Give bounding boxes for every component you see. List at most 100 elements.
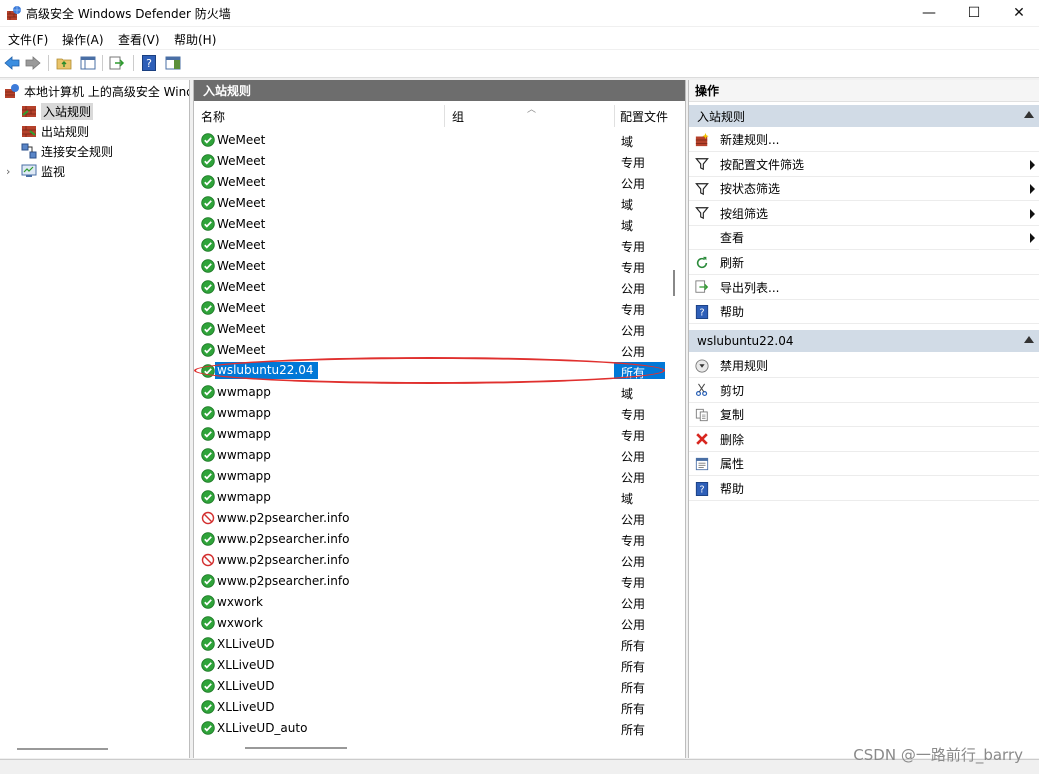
- action-item[interactable]: 删除: [689, 428, 1039, 452]
- column-header-group[interactable]: 组: [452, 105, 464, 127]
- action-label: 新建规则...: [720, 133, 780, 147]
- rule-name: XLLiveUD: [217, 637, 275, 651]
- allow-rule-icon: [201, 595, 215, 609]
- rule-profile: 公用: [621, 450, 646, 464]
- horizontal-scrollbar[interactable]: [17, 748, 108, 750]
- table-row[interactable]: XLLiveUD 所有: [194, 634, 685, 655]
- action-item[interactable]: 导出列表...: [689, 276, 1039, 300]
- table-row[interactable]: wwmapp 专用: [194, 403, 685, 424]
- table-row[interactable]: XLLiveUD_auto 所有: [194, 718, 685, 739]
- allow-rule-icon: [201, 469, 215, 483]
- minimize-button[interactable]: —: [906, 0, 952, 26]
- table-row[interactable]: WeMeet 公用: [194, 277, 685, 298]
- table-row[interactable]: wwmapp 公用: [194, 445, 685, 466]
- rule-name: wwmapp: [217, 406, 271, 420]
- sort-ascending-icon: ︿: [527, 105, 537, 115]
- rule-name: wwmapp: [217, 469, 271, 483]
- maximize-button[interactable]: ☐: [951, 0, 997, 26]
- table-row[interactable]: WeMeet 域: [194, 193, 685, 214]
- action-item[interactable]: ? 帮助: [689, 477, 1039, 501]
- table-row[interactable]: WeMeet 公用: [194, 319, 685, 340]
- table-row[interactable]: wxwork 公用: [194, 592, 685, 613]
- action-label: 按配置文件筛选: [720, 157, 805, 172]
- chevron-right-icon[interactable]: ›: [6, 165, 16, 178]
- refresh-icon: [694, 255, 710, 271]
- menu-view[interactable]: 查看(V): [118, 31, 160, 48]
- rule-name: XLLiveUD: [217, 658, 275, 672]
- table-row[interactable]: XLLiveUD 所有: [194, 697, 685, 718]
- action-item[interactable]: 属性: [689, 452, 1039, 477]
- action-label: 剪切: [720, 383, 745, 398]
- table-row[interactable]: WeMeet 公用: [194, 172, 685, 193]
- action-item[interactable]: 按配置文件筛选: [689, 153, 1039, 177]
- action-item[interactable]: 新建规则...: [689, 128, 1039, 152]
- table-row[interactable]: WeMeet 专用: [194, 298, 685, 319]
- rule-name: wwmapp: [217, 490, 271, 504]
- collapse-up-icon[interactable]: [1024, 336, 1034, 343]
- menu-action[interactable]: 操作(A): [62, 31, 104, 48]
- column-header-name[interactable]: 名称: [201, 105, 225, 127]
- action-item[interactable]: 剪切: [689, 379, 1039, 403]
- table-row[interactable]: WeMeet 专用: [194, 256, 685, 277]
- tree-root[interactable]: 本地计算机 上的高级安全 Wind: [4, 82, 189, 100]
- blank-icon: [694, 230, 710, 246]
- back-arrow-icon[interactable]: [3, 54, 21, 72]
- help-icon[interactable]: ?: [140, 54, 158, 72]
- tree-item-outbound-rules[interactable]: 出站规则: [21, 122, 89, 140]
- block-rule-icon: [201, 511, 215, 525]
- action-item[interactable]: 按状态筛选: [689, 177, 1039, 202]
- export-list-icon[interactable]: [108, 54, 126, 72]
- action-item[interactable]: ? 帮助: [689, 300, 1039, 325]
- table-row[interactable]: WeMeet 专用: [194, 235, 685, 256]
- table-row[interactable]: wwmapp 公用: [194, 466, 685, 487]
- allow-rule-icon: [201, 679, 215, 693]
- tree-item-inbound-rules[interactable]: 入站规则: [21, 102, 94, 120]
- show-hide-action-pane-icon[interactable]: [164, 54, 182, 72]
- table-row[interactable]: XLLiveUD 所有: [194, 676, 685, 697]
- menu-help[interactable]: 帮助(H): [174, 31, 216, 48]
- action-item[interactable]: 刷新: [689, 251, 1039, 275]
- allow-rule-icon: [201, 196, 215, 210]
- up-folder-icon[interactable]: [55, 54, 73, 72]
- allow-rule-icon: [201, 406, 215, 420]
- table-row[interactable]: wwmapp 域: [194, 382, 685, 403]
- rule-profile: 所有: [621, 681, 646, 695]
- table-row[interactable]: www.p2psearcher.info 公用: [194, 508, 685, 529]
- table-row[interactable]: WeMeet 专用: [194, 151, 685, 172]
- vertical-scrollbar[interactable]: [673, 270, 675, 296]
- table-row[interactable]: WeMeet 域: [194, 214, 685, 235]
- action-item[interactable]: 禁用规则: [689, 354, 1039, 378]
- action-item[interactable]: 复制: [689, 403, 1039, 428]
- column-header-profile[interactable]: 配置文件: [620, 105, 668, 127]
- table-row[interactable]: wslubuntu22.04 所有: [194, 361, 685, 382]
- horizontal-scrollbar[interactable]: [245, 747, 347, 749]
- rule-profile: 所有: [621, 660, 646, 674]
- table-row[interactable]: wwmapp 专用: [194, 424, 685, 445]
- svg-text:?: ?: [699, 484, 704, 495]
- actions-section-selected-rule[interactable]: wslubuntu22.04: [689, 330, 1039, 352]
- collapse-up-icon[interactable]: [1024, 111, 1034, 118]
- table-row[interactable]: XLLiveUD 所有: [194, 655, 685, 676]
- table-row[interactable]: www.p2psearcher.info 专用: [194, 571, 685, 592]
- tree-item-monitoring[interactable]: › 监视: [6, 162, 65, 180]
- menu-file[interactable]: 文件(F): [8, 31, 48, 48]
- close-button[interactable]: ✕: [996, 0, 1039, 26]
- table-row[interactable]: www.p2psearcher.info 公用: [194, 550, 685, 571]
- show-hide-tree-icon[interactable]: [79, 54, 97, 72]
- actions-section-inbound-rules[interactable]: 入站规则: [689, 105, 1039, 127]
- watermark: CSDN @一路前行_barry: [853, 746, 1023, 764]
- table-row[interactable]: wxwork 公用: [194, 613, 685, 634]
- action-item[interactable]: 按组筛选: [689, 202, 1039, 226]
- menu-bar: 文件(F) 操作(A) 查看(V) 帮助(H): [0, 27, 1039, 49]
- table-row[interactable]: www.p2psearcher.info 专用: [194, 529, 685, 550]
- table-row[interactable]: wwmapp 域: [194, 487, 685, 508]
- table-row[interactable]: WeMeet 域: [194, 130, 685, 151]
- center-pane-header: 入站规则: [194, 80, 685, 101]
- table-row[interactable]: WeMeet 公用: [194, 340, 685, 361]
- tree-item-connection-security-rules[interactable]: 连接安全规则: [21, 142, 113, 160]
- firewall-computer-icon: [5, 84, 19, 98]
- filter-icon: [694, 156, 710, 172]
- forward-arrow-icon[interactable]: [24, 54, 42, 72]
- action-item[interactable]: 查看: [689, 226, 1039, 251]
- allow-rule-icon: [201, 364, 215, 378]
